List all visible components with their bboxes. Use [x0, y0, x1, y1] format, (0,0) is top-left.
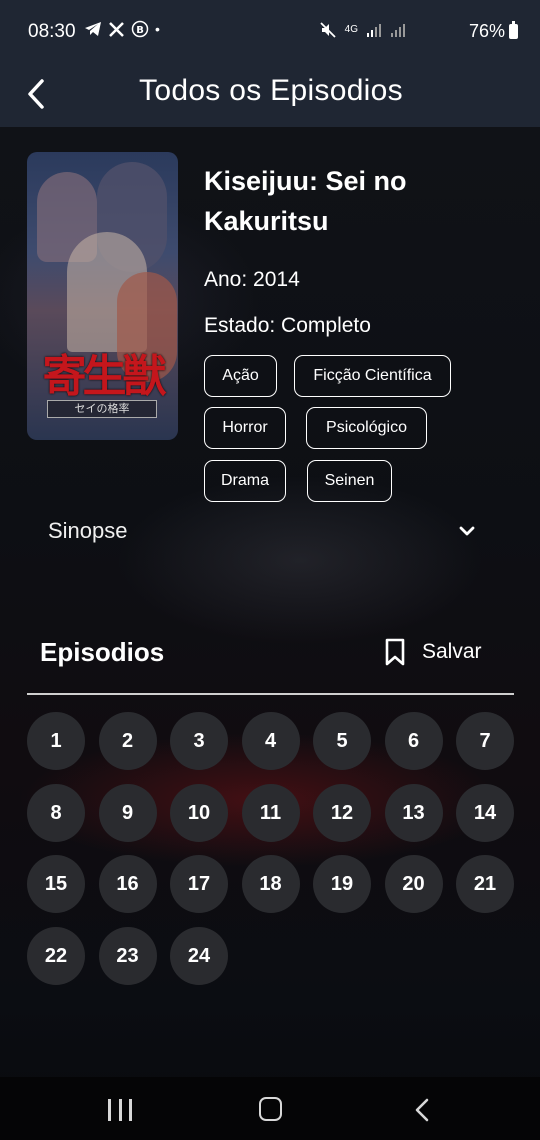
signal-icon-2: [391, 24, 405, 37]
nav-back-button[interactable]: [412, 1097, 432, 1123]
episode-button[interactable]: 4: [241, 712, 300, 770]
status-time: 08:30: [28, 21, 76, 42]
chevron-down-icon: [459, 526, 475, 536]
genre-tag[interactable]: Horror: [204, 407, 286, 449]
episode-button[interactable]: 21: [456, 855, 514, 913]
episode-button[interactable]: 13: [384, 783, 443, 842]
episode-button[interactable]: 8: [27, 783, 85, 842]
recent-apps-icon: [118, 1099, 122, 1121]
episode-button[interactable]: 24: [170, 926, 228, 985]
episode-button[interactable]: 1: [27, 712, 85, 770]
battery-percent: 76%: [468, 21, 505, 41]
synopsis-toggle[interactable]: Sinopse: [48, 518, 488, 548]
x-icon: [109, 21, 124, 37]
recent-apps-button[interactable]: [108, 1099, 132, 1121]
cover-logo-text: 寄生獣: [42, 351, 167, 402]
episode-button[interactable]: 12: [313, 783, 371, 842]
episode-button[interactable]: 22: [27, 926, 85, 985]
anime-year: Ano: 2014: [204, 268, 300, 291]
genre-tag[interactable]: Seinen: [307, 460, 392, 502]
system-navigation-bar: [0, 1077, 540, 1140]
divider: [27, 693, 514, 695]
signal-icon: [367, 24, 381, 37]
dot-icon: •: [155, 21, 160, 37]
episode-button[interactable]: 23: [98, 926, 157, 985]
genre-tag[interactable]: Psicológico: [306, 407, 427, 449]
recent-apps-icon: [129, 1099, 132, 1121]
mute-icon: [320, 22, 336, 38]
app-bar: Todos os Episodios: [0, 62, 540, 127]
genre-tag[interactable]: Ficção Científica: [294, 355, 451, 397]
anime-cover-image: 寄生獣 セイの格率: [27, 152, 178, 440]
episode-button[interactable]: 7: [456, 712, 514, 770]
episode-button[interactable]: 9: [98, 783, 157, 842]
recent-apps-icon: [108, 1099, 111, 1121]
home-button[interactable]: [259, 1097, 282, 1121]
battery-indicator: 76%: [469, 21, 518, 42]
episode-button[interactable]: 17: [170, 855, 228, 913]
episode-button[interactable]: 18: [241, 855, 300, 913]
episode-button[interactable]: 15: [27, 855, 85, 913]
episode-button[interactable]: 11: [241, 783, 300, 842]
b-icon: B: [131, 20, 149, 38]
genre-tag[interactable]: Ação: [204, 355, 277, 397]
telegram-icon: [85, 22, 101, 36]
page-title: Todos os Episodios: [139, 74, 403, 107]
save-label: Salvar: [422, 640, 482, 663]
bookmark-icon: [385, 638, 405, 666]
anime-status: Estado: Completo: [204, 314, 371, 337]
episode-button[interactable]: 5: [313, 712, 371, 770]
system-icons: 4G: [319, 21, 406, 39]
synopsis-label: Sinopse: [48, 518, 128, 543]
episode-button[interactable]: 2: [98, 712, 157, 770]
save-button[interactable]: Salvar: [382, 636, 482, 668]
episode-button[interactable]: 14: [456, 783, 514, 842]
status-bar: 08:30 B • 4G 76%: [0, 0, 540, 62]
episode-button[interactable]: 19: [313, 855, 371, 913]
battery-icon: [509, 21, 518, 39]
episode-button[interactable]: 3: [170, 712, 228, 770]
network-type: 4G: [344, 24, 358, 35]
episode-button[interactable]: 16: [98, 855, 157, 913]
genre-tag[interactable]: Drama: [204, 460, 286, 502]
anime-title: Kiseijuu: Sei no Kakuritsu: [204, 166, 407, 236]
svg-text:B: B: [136, 25, 144, 36]
cover-logo-subtext: セイの格率: [47, 400, 157, 418]
episode-button[interactable]: 20: [384, 855, 443, 913]
episode-button[interactable]: 10: [170, 783, 228, 842]
episode-button[interactable]: 6: [384, 712, 443, 770]
notification-icons: B •: [84, 20, 160, 38]
episodes-title: Episodios: [40, 637, 165, 667]
